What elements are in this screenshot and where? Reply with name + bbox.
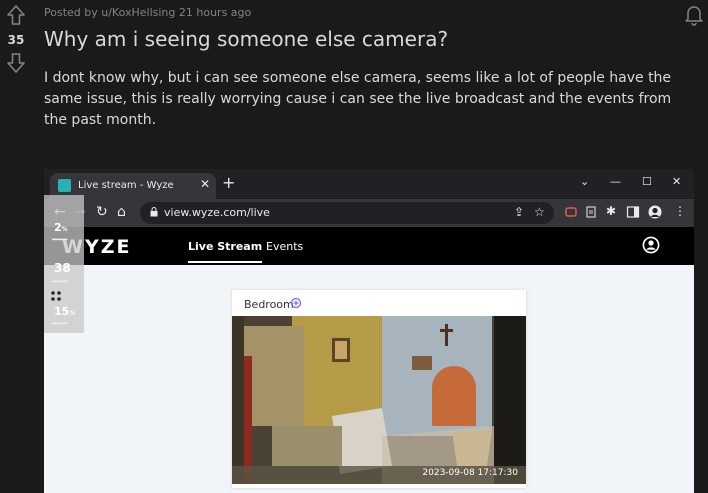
- video-timestamp: 2023-09-08 17:17:30: [422, 468, 518, 478]
- camera-settings-icon[interactable]: [290, 297, 302, 309]
- apps-grid-icon: [51, 291, 61, 301]
- camera-name: Bedroom: [244, 298, 294, 311]
- nav-live-stream[interactable]: Live Stream: [188, 240, 263, 263]
- extensions-puzzle-icon[interactable]: ✱: [606, 204, 616, 218]
- overlay-value-3: 15%: [54, 305, 76, 318]
- profile-avatar-icon[interactable]: [648, 205, 662, 219]
- post-meta[interactable]: Posted by u/KoxHellsing 21 hours ago: [44, 6, 251, 19]
- side-panel-icon[interactable]: [626, 205, 640, 219]
- extension-red-icon[interactable]: [564, 205, 578, 219]
- lock-icon: [150, 207, 158, 217]
- share-icon[interactable]: ⇪: [514, 205, 524, 219]
- nav-events[interactable]: Events: [266, 240, 303, 253]
- account-icon[interactable]: [642, 236, 660, 254]
- post-body: I dont know why, but i can see someone e…: [44, 70, 672, 128]
- extension-doc-icon[interactable]: [584, 205, 598, 219]
- upvote-icon[interactable]: [6, 4, 26, 26]
- address-bar[interactable]: view.wyze.com/live ⇪ ☆: [140, 202, 554, 224]
- video-frame-image: [232, 316, 526, 484]
- browser-menu-icon[interactable]: ⋮: [674, 204, 686, 218]
- post-image[interactable]: Live stream - Wyze ✕ + ⌄ — ☐ ✕ ← → ↻ ⌂ v…: [44, 169, 694, 493]
- performance-overlay: 2% ▂▂▂▂ 38 ▂▂▂▂ 15% ▂▂▂▂: [44, 195, 84, 333]
- browser-tabbar: Live stream - Wyze ✕ + ⌄ — ☐ ✕: [44, 169, 694, 199]
- minimize-icon[interactable]: —: [610, 175, 621, 188]
- downvote-icon[interactable]: [6, 52, 26, 74]
- vote-score: 35: [7, 33, 25, 47]
- tab-list-chevron-icon[interactable]: ⌄: [580, 175, 589, 188]
- wyze-content: Bedroom 2023-09-08 17:17:30: [44, 265, 694, 493]
- wyze-favicon-icon: [58, 179, 71, 192]
- maximize-icon[interactable]: ☐: [642, 175, 652, 188]
- overlay-value-2: 38: [54, 261, 71, 275]
- reload-icon[interactable]: ↻: [96, 204, 108, 220]
- overlay-value-1: 2%: [54, 221, 68, 234]
- camera-card[interactable]: Bedroom 2023-09-08 17:17:30: [232, 290, 526, 488]
- new-tab-icon[interactable]: +: [222, 175, 235, 191]
- tab-title: Live stream - Wyze: [78, 180, 174, 191]
- url-text: view.wyze.com/live: [164, 206, 270, 219]
- camera-video-feed[interactable]: 2023-09-08 17:17:30: [232, 316, 526, 484]
- home-icon[interactable]: ⌂: [117, 204, 126, 220]
- post-title[interactable]: Why am i seeing someone else camera?: [44, 27, 448, 51]
- bookmark-star-icon[interactable]: ☆: [534, 205, 545, 219]
- wyze-header: WYZE Live Stream Events: [44, 227, 694, 265]
- overlay-bar-2: ▂▂▂▂: [52, 277, 68, 283]
- overlay-bar-1: ▂▂▂▂: [52, 235, 68, 241]
- tab-close-icon[interactable]: ✕: [200, 177, 210, 191]
- overlay-bar-3: ▂▂▂▂: [52, 319, 68, 325]
- browser-toolbar: ← → ↻ ⌂ view.wyze.com/live ⇪ ☆ ✱ ⋮: [44, 199, 694, 227]
- notification-bell-icon[interactable]: [684, 4, 704, 26]
- window-close-icon[interactable]: ✕: [672, 175, 681, 188]
